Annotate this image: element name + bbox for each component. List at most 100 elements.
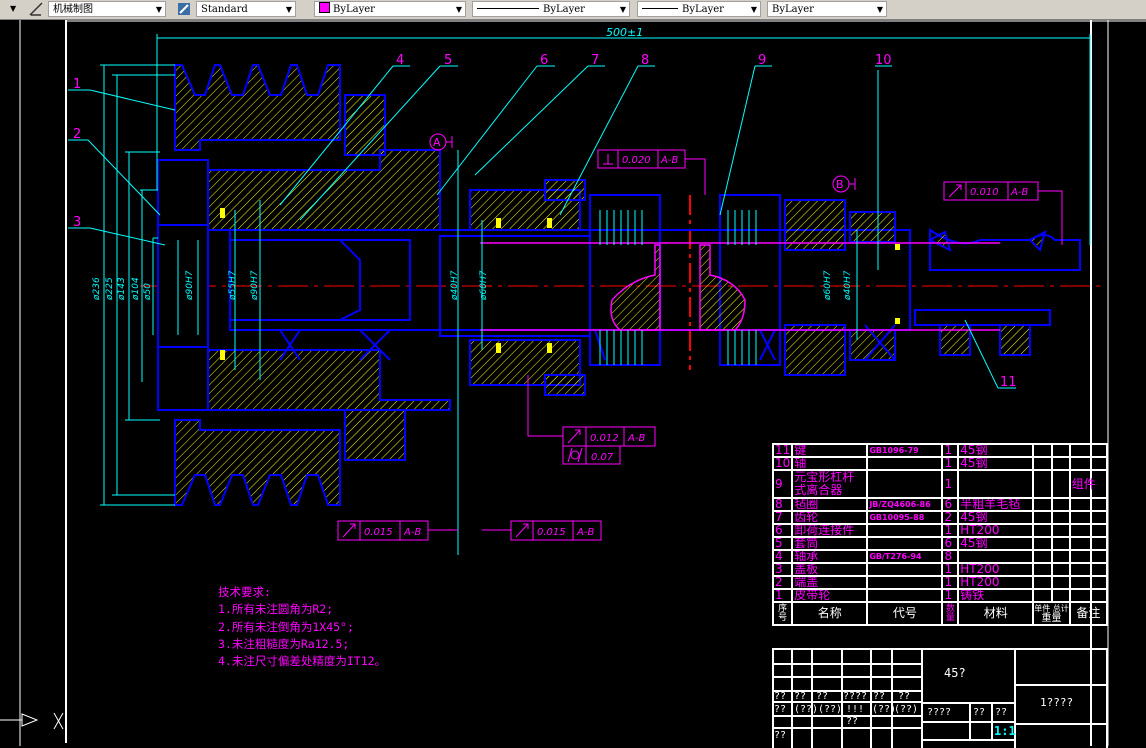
tb-cell: (??) [818,704,843,715]
header-note: 备注 [1068,601,1109,626]
datum-b: B [832,175,856,193]
total-weight [1050,456,1071,471]
pulley-part [157,64,451,506]
total-weight [1050,443,1071,458]
part-no: 9 [771,469,794,499]
part-qty: 1 [941,562,960,577]
tolerance-frame-perpendicularity: 0.020 A-B [597,149,686,169]
drawing-canvas[interactable]: 1 2 3 4 5 6 7 8 9 10 11 500±1 ø236 ø225 … [0,20,1146,746]
properties-toolbar: ▼ 机械制图 ▼ Standard ▼ ByLayer ▼ ByLayer ▼ ByLa… [0,0,1146,20]
dim-style-select[interactable]: Standard ▼ [196,1,296,17]
parts-list-row: 8 毡圈 JB/ZQ4606-86 6 半粗羊毛毡 [771,497,1109,512]
lineweight-select[interactable]: ByLayer ▼ [637,1,761,17]
tb-cell: ?? [898,691,911,702]
part-material: 45钢 [957,510,1035,525]
total-weight [1050,575,1071,590]
part-code [866,536,944,551]
tb-cell: (??) [894,704,919,715]
runout-arrow-icon [515,523,529,538]
part-note [1068,549,1109,564]
header-no: 序号 [771,601,794,626]
tb-cell: ?? [995,707,1008,718]
part-material [957,549,1035,564]
tb-cell: ?? [774,730,787,741]
part-material: 半粗羊毛毡 [957,497,1035,512]
plot-style-select[interactable]: ByLayer ▼ [767,1,887,17]
svg-text:0.015: 0.015 [537,527,566,538]
part-name: 盖板 [791,562,869,577]
tb-cell: ?? [794,691,807,702]
dropdown-arrow-icon[interactable]: ▼ [10,1,26,17]
part-code: GB1096-79 [866,443,944,458]
overall-dimension: 500±1 [606,26,643,39]
part-label-4: 4 [396,53,404,68]
text-style-icon[interactable] [28,1,44,17]
parts-list-table: 11 键 GB1096-79 1 45钢 10 轴 1 45钢 9 元宝形杠杆式离合器 1 组件 8 毡圈 J… [771,443,1109,626]
color-select[interactable]: ByLayer ▼ [314,1,466,17]
svg-text:A: A [433,136,441,149]
parts-list-row: 2 端盖 1 HT200 [771,575,1109,590]
tolerance-frame-runout-b: 0.010 A-B [943,181,1039,201]
part-no: 8 [771,497,794,512]
part-qty: 1 [941,575,960,590]
material-field: 45? [944,666,966,680]
color-swatch [319,2,330,13]
part-no: 2 [771,575,794,590]
tolerance-frame-runout-gear: 0.012 A-B 0.07 [562,426,656,465]
part-code [866,469,944,499]
dim-label: ø90H7 [185,270,195,301]
dim-label: ø104 [131,277,141,301]
text-style-select[interactable]: 机械制图 ▼ [48,1,166,17]
part-no: 11 [771,443,794,458]
part-qty: 8 [941,549,960,564]
line-sample [477,8,539,9]
svg-text:A-B: A-B [1010,187,1028,198]
parts-list-row: 5 套筒 6 45钢 [771,536,1109,551]
part-name: 端盖 [791,575,869,590]
dim-label: ø225 [105,277,115,301]
tb-cell: ?? [873,691,886,702]
runout-arrow-icon [948,184,962,198]
tb-cell: ?? [973,707,986,718]
part-label-3: 3 [73,215,81,230]
part-note [1068,443,1109,458]
single-weight [1032,510,1053,525]
linetype-select[interactable]: ByLayer ▼ [472,1,630,17]
svg-text:A-B: A-B [627,433,645,444]
tb-cell: (??) [872,704,897,715]
single-weight [1032,549,1053,564]
dim-label: ø60H7 [479,270,489,301]
total-weight [1050,549,1071,564]
svg-text:A-B: A-B [403,527,421,538]
part-label-5: 5 [444,53,452,68]
tb-cell: ???? [843,691,868,702]
part-code: JB/ZQ4606-86 [866,497,944,512]
parts-list-header: 序号 名称 代号 数量 材料 单件 总计 重量 备注 [771,601,1109,626]
tb-cell: ???? [927,707,952,718]
part-note: 组件 [1068,469,1109,499]
part-label-6: 6 [540,53,548,68]
total-weight [1050,562,1071,577]
chevron-down-icon: ▼ [155,5,162,14]
tb-cell: ?? [774,704,787,715]
tb-cell: !!! [846,704,865,715]
single-weight [1032,588,1053,603]
part-no: 10 [771,456,794,471]
parts-list-row: 3 盖板 1 HT200 [771,562,1109,577]
chevron-down-icon: ▼ [619,5,626,14]
part-note [1068,562,1109,577]
title-block: 45? 1???? 1:1 ?? ?? ?? ???? ?? ?? ?? (??… [772,648,1108,748]
header-weight: 单件 总计 重量 [1032,601,1071,626]
dim-label: ø50 [143,283,153,301]
part-qty: 1 [941,469,960,499]
part-qty: 2 [941,510,960,525]
header-code: 代号 [866,601,944,626]
tb-cell: (??) [794,704,819,715]
dim-style-icon[interactable] [176,1,192,17]
svg-text:0.07: 0.07 [591,452,614,463]
chevron-down-icon: ▼ [285,5,292,14]
part-name: 卸荷连接件 [791,523,869,538]
svg-text:B: B [836,178,844,191]
part-name: 元宝形杠杆式离合器 [791,469,869,499]
part-material: HT200 [957,562,1035,577]
